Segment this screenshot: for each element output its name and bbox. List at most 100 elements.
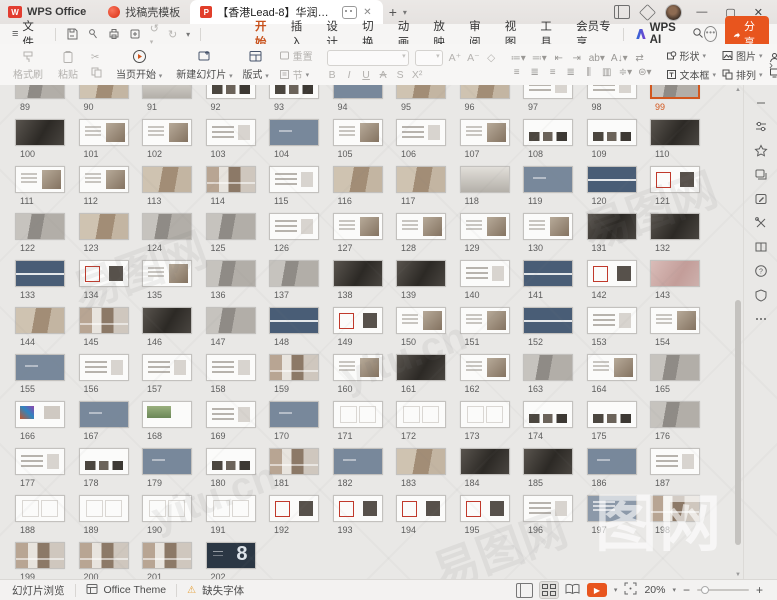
slide-image[interactable] — [396, 307, 446, 334]
slide-image[interactable] — [142, 260, 192, 287]
slide-thumbnail-139[interactable]: 139 — [396, 260, 450, 300]
slide-thumbnail-171[interactable]: 171 — [333, 401, 387, 441]
slide-image[interactable] — [460, 85, 510, 99]
slide-image[interactable] — [460, 260, 510, 287]
slide-image[interactable] — [523, 213, 573, 240]
slide-image[interactable] — [15, 495, 65, 522]
slide-thumbnail-130[interactable]: 130 — [523, 213, 577, 253]
slide-image[interactable] — [15, 401, 65, 428]
slide-thumbnail-182[interactable]: 182 — [333, 448, 387, 488]
slide-image[interactable] — [650, 495, 700, 522]
slide-image[interactable] — [396, 119, 446, 146]
slide-image[interactable] — [333, 495, 383, 522]
slide-image[interactable] — [396, 448, 446, 475]
new-slide-button[interactable]: 新建幻灯片 ▾ — [176, 49, 232, 81]
font-style-X²[interactable]: X² — [412, 69, 423, 81]
align-center-icon[interactable]: ≣ — [529, 67, 541, 78]
align-right-icon[interactable]: ≡ — [547, 67, 559, 78]
slide-image[interactable] — [79, 495, 129, 522]
slide-thumbnail-97[interactable]: 97 — [523, 85, 577, 112]
slide-image[interactable] — [396, 85, 446, 99]
slide-thumbnail-143[interactable]: 143 — [650, 260, 704, 300]
slide-image[interactable] — [460, 354, 510, 381]
slide-thumbnail-113[interactable]: 113 — [142, 166, 196, 206]
slide-thumbnail-98[interactable]: 98 — [587, 85, 641, 112]
slide-image[interactable] — [523, 401, 573, 428]
slide-image[interactable] — [587, 260, 637, 287]
text-direction-icon[interactable]: ab▾ — [589, 53, 605, 64]
slide-thumbnail-114[interactable]: 114 — [206, 166, 260, 206]
slide-image[interactable] — [15, 260, 65, 287]
slide-thumbnail-175[interactable]: 175 — [587, 401, 641, 441]
picture-button[interactable]: 图片 ▾ — [722, 48, 763, 63]
export-icon[interactable] — [87, 28, 99, 40]
favorites-icon[interactable] — [753, 143, 769, 159]
zoom-out-button[interactable]: − — [683, 583, 690, 597]
font-style-B[interactable]: B — [327, 69, 338, 81]
slide-image[interactable] — [142, 85, 192, 99]
slide-image[interactable] — [142, 354, 192, 381]
slide-image[interactable] — [206, 213, 256, 240]
slide-thumbnail-144[interactable]: 144 — [15, 307, 69, 347]
output-icon[interactable] — [129, 28, 141, 40]
slide-thumbnail-94[interactable]: 94 — [333, 85, 387, 112]
slide-image[interactable] — [523, 260, 573, 287]
slide-thumbnail-157[interactable]: 157 — [142, 354, 196, 394]
slide-thumbnail-99[interactable]: 99 — [650, 85, 704, 112]
slide-image[interactable] — [587, 307, 637, 334]
slide-thumbnail-112[interactable]: 112 — [79, 166, 133, 206]
numbered-list-icon[interactable]: ≕▾ — [532, 53, 547, 64]
slide-thumbnail-180[interactable]: 180 — [206, 448, 260, 488]
zoom-in-button[interactable]: + — [756, 583, 763, 597]
slide-thumbnail-111[interactable]: 111 — [15, 166, 69, 206]
slide-thumbnail-167[interactable]: 167 — [79, 401, 133, 441]
slide-thumbnail-110[interactable]: 110 — [650, 119, 704, 159]
slide-image[interactable] — [650, 307, 700, 334]
user-avatar[interactable] — [665, 4, 682, 21]
slide-thumbnail-90[interactable]: 90 — [79, 85, 133, 112]
slide-thumbnail-155[interactable]: 155 — [15, 354, 69, 394]
slide-image[interactable] — [650, 448, 700, 475]
slide-thumbnail-165[interactable]: 165 — [650, 354, 704, 394]
slide-thumbnail-184[interactable]: 184 — [460, 448, 514, 488]
slide-image[interactable] — [396, 213, 446, 240]
slide-thumbnail-194[interactable]: 194 — [396, 495, 450, 535]
cut-icon[interactable]: ✂ — [91, 52, 102, 63]
slide-thumbnail-149[interactable]: 149 — [333, 307, 387, 347]
slide-image[interactable] — [333, 213, 383, 240]
slide-thumbnail-132[interactable]: 132 — [650, 213, 704, 253]
missing-font-label[interactable]: 缺失字体 — [202, 583, 244, 598]
slide-thumbnail-163[interactable]: 163 — [523, 354, 577, 394]
help-icon[interactable]: ? — [753, 263, 769, 279]
slide-thumbnail-196[interactable]: 196 — [523, 495, 577, 535]
slide-thumbnail-100[interactable]: 100 — [15, 119, 69, 159]
slide-image[interactable] — [460, 401, 510, 428]
quickbar-chevron-icon[interactable]: ▾ — [186, 30, 190, 39]
tab-docer-template[interactable]: 找稿壳模板 — [98, 0, 190, 24]
slide-image[interactable] — [460, 213, 510, 240]
slide-image[interactable] — [650, 85, 700, 99]
slide-image[interactable] — [396, 166, 446, 193]
slide-thumbnail-198[interactable]: 198 — [650, 495, 704, 535]
textbox-button[interactable]: 文本框 ▾ — [666, 67, 717, 82]
decrease-indent-icon[interactable]: ⇤ — [553, 53, 565, 64]
tools-icon[interactable] — [753, 215, 769, 231]
slide-image[interactable] — [79, 213, 129, 240]
slide-thumbnail-115[interactable]: 115 — [269, 166, 323, 206]
font-name-select[interactable] — [327, 50, 409, 66]
slide-thumbnail-123[interactable]: 123 — [79, 213, 133, 253]
copy-icon[interactable] — [91, 67, 102, 78]
font-style-U[interactable]: U — [361, 69, 372, 81]
slide-thumbnail-138[interactable]: 138 — [333, 260, 387, 300]
slide-image[interactable] — [333, 448, 383, 475]
slide-image[interactable] — [587, 354, 637, 381]
slide-thumbnail-170[interactable]: 170 — [269, 401, 323, 441]
slide-image[interactable] — [333, 119, 383, 146]
slide-image[interactable] — [142, 119, 192, 146]
slide-image[interactable] — [142, 166, 192, 193]
slide-image[interactable] — [523, 495, 573, 522]
slide-thumbnail-140[interactable]: 140 — [460, 260, 514, 300]
slide-image[interactable] — [333, 354, 383, 381]
slide-image[interactable] — [142, 542, 192, 569]
zoom-slider-handle[interactable] — [701, 586, 709, 594]
